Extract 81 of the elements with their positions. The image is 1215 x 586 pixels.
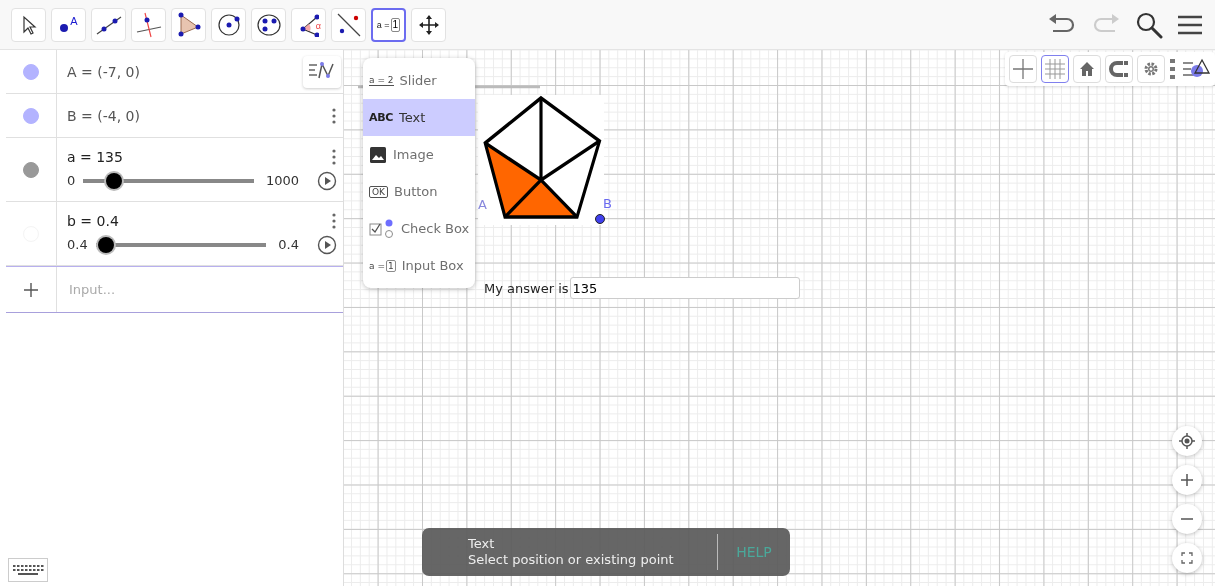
move-view-tool-button[interactable] [411, 7, 446, 42]
magnet-toggle-button[interactable] [1105, 55, 1133, 83]
move-tool-button[interactable] [11, 7, 46, 42]
text-tool-icon: ABC [369, 111, 394, 124]
more-options-icon[interactable] [331, 107, 337, 124]
point-label: A [478, 197, 487, 212]
input-box-tool-button[interactable]: a = 1 [371, 7, 406, 42]
algebra-expression[interactable]: a = 135 [67, 148, 123, 165]
circle-three-tool-button[interactable] [251, 7, 286, 42]
menu-item[interactable]: Image [363, 136, 475, 173]
angle-symbol: α [315, 20, 321, 31]
checkbox-tool-icon [369, 217, 395, 240]
fullscreen-icon [1181, 552, 1193, 564]
more-options-icon[interactable] [1169, 58, 1177, 80]
standard-view-button[interactable] [1172, 426, 1202, 456]
plus-icon[interactable] [24, 282, 38, 297]
toast-title: Text [468, 536, 496, 552]
angle-icon [298, 12, 319, 37]
fullscreen-button[interactable] [1172, 543, 1202, 573]
search-icon[interactable] [1135, 10, 1163, 39]
home-icon [1078, 60, 1096, 78]
zoom-out-button[interactable] [1172, 504, 1202, 534]
menu-item[interactable]: Check Box [363, 210, 475, 247]
visibility-dot[interactable] [23, 161, 39, 178]
slider-thumb[interactable] [105, 172, 122, 189]
circle-with-center-icon [216, 12, 241, 37]
reflect-tool-button[interactable] [331, 7, 366, 42]
input-field[interactable]: Input... [67, 281, 271, 298]
four-way-arrow-icon [417, 13, 440, 36]
circle-through-points-icon [255, 12, 282, 37]
magnet-icon [1109, 60, 1129, 78]
image-icon [369, 145, 387, 164]
answer-input-field[interactable]: 135 [569, 277, 800, 299]
more-options-icon[interactable] [331, 148, 337, 165]
reflect-about-line-icon [335, 11, 362, 38]
slider-thumb[interactable] [97, 236, 114, 253]
polygon-tool-button[interactable] [171, 7, 206, 42]
axes-icon [1012, 58, 1034, 80]
gear-toggle-button[interactable] [1137, 55, 1165, 83]
toast-message: Select position or existing point [468, 552, 675, 568]
algebra-expression[interactable]: A = (-7, 0) [67, 63, 140, 80]
slider-min-label: 0 [67, 173, 76, 188]
circle-center-tool-button[interactable] [211, 7, 246, 42]
answer-label: My answer is [484, 280, 569, 296]
target-icon [1179, 433, 1195, 449]
zoom-in-button[interactable] [1172, 465, 1202, 495]
point[interactable] [595, 214, 605, 224]
more-options-icon[interactable] [331, 212, 337, 229]
play-icon[interactable] [317, 234, 337, 255]
input-box-equation-label: a = [376, 19, 390, 30]
home-toggle-button[interactable] [1073, 55, 1101, 83]
algebra-expression[interactable]: b = 0.4 [67, 212, 119, 229]
point-icon [59, 22, 70, 33]
line-tool-button[interactable] [91, 7, 126, 42]
grid-toggle-button[interactable] [1041, 55, 1069, 83]
perpendicular-tool-button[interactable] [131, 7, 166, 42]
visibility-dot[interactable] [23, 107, 39, 124]
input-box-sample: 1 [390, 17, 401, 32]
settings-icon [1142, 60, 1160, 78]
play-icon[interactable] [317, 170, 337, 191]
menu-item[interactable]: a = 2 Slider [363, 62, 475, 99]
visibility-dot[interactable] [23, 63, 39, 80]
point-tool-button[interactable]: A [51, 7, 86, 42]
perpendicular-line-icon [135, 11, 162, 38]
algebra-sort-icon[interactable] [303, 55, 341, 88]
menu-icon[interactable] [1177, 13, 1203, 36]
angle-tool-button[interactable]: α [291, 7, 326, 42]
button-tool-icon: OK [369, 185, 388, 198]
menu-item[interactable]: ABC Text [363, 99, 475, 136]
slider-max-label: 0.4 [278, 237, 299, 252]
menu-item[interactable]: a = 1 Input Box [363, 247, 475, 284]
point-label: B [603, 196, 612, 211]
algebra-expression[interactable]: B = (-4, 0) [67, 107, 140, 124]
grid-icon [1044, 58, 1066, 80]
slider-min-label: 0.4 [67, 237, 88, 252]
point-label: A [70, 14, 78, 27]
slider-max-label: 1000 [265, 173, 299, 188]
axes-toggle-button[interactable] [1009, 55, 1037, 83]
keyboard-icon[interactable] [8, 558, 48, 582]
menu-item[interactable]: OK Button [363, 173, 475, 210]
plus-icon [1180, 473, 1194, 487]
